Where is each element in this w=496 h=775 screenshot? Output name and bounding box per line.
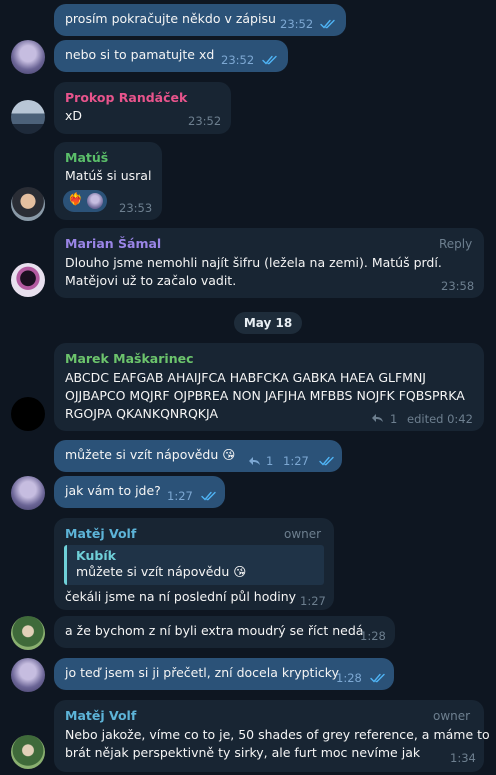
reply-button[interactable]: Reply <box>439 237 472 251</box>
message-time: 23:58 <box>441 279 475 293</box>
sender-name[interactable]: Marian Šámal <box>65 236 161 251</box>
message-time: 23:52 <box>188 114 222 128</box>
message-bubble[interactable]: jo teď jsem si ji přečetl, zní docela kr… <box>54 658 394 690</box>
message-bubble[interactable]: prosím pokračujte někdo v zápisu 23:52 <box>54 4 346 36</box>
read-ticks-icon <box>319 456 334 466</box>
message-bubble[interactable]: Matúš Matúš si usral ❤️‍🔥 23:53 <box>54 142 162 220</box>
date-separator: May 18 <box>234 312 302 334</box>
quoted-reply[interactable]: Kubík můžete si vzít nápovědu 😘 <box>64 545 324 585</box>
sender-name[interactable]: Matěj Volf <box>65 708 136 723</box>
message-text: RGOJPA QKANKQNRQKJA <box>65 406 219 421</box>
message-bubble[interactable]: Marek Maškarinec ABCDC EAFGAB AHAIJFCA H… <box>54 343 484 431</box>
message-time: 1:34 <box>450 751 476 765</box>
message-time: 1:27 <box>283 454 309 468</box>
message-text: Nebo jakože, víme co to je, 50 shades of… <box>65 727 490 742</box>
reaction-chip[interactable]: ❤️‍🔥 <box>63 190 107 212</box>
read-ticks-icon <box>201 491 216 501</box>
message-bubble[interactable]: Prokop Randáček xD 23:52 <box>54 82 231 134</box>
sender-name[interactable]: Marek Maškarinec <box>65 351 193 366</box>
avatar[interactable] <box>11 187 45 221</box>
avatar[interactable] <box>11 397 45 431</box>
message-time: 23:52 <box>280 17 314 31</box>
avatar[interactable] <box>11 263 45 297</box>
message-bubble[interactable]: Marian Šámal Reply Dlouho jsme nemohli n… <box>54 228 484 298</box>
message-text: jo teď jsem si ji přečetl, zní docela kr… <box>65 665 339 680</box>
message-text: a že bychom z ní byli extra moudrý se ří… <box>65 623 364 638</box>
message-text: Matúš si usral <box>65 168 152 183</box>
message-text: ABCDC EAFGAB AHAIJFCA HABFCKA GABKA HAEA… <box>65 370 426 385</box>
read-ticks-icon <box>262 55 277 65</box>
message-text: můžete si vzít nápovědu 😘 <box>65 447 236 462</box>
message-text: jak vám to jde? <box>65 483 161 498</box>
quote-sender: Kubík <box>76 548 116 563</box>
message-bubble[interactable]: Matěj Volf owner Nebo jakože, víme co to… <box>54 700 490 772</box>
message-text: nebo si to pamatujte xd <box>65 47 215 62</box>
message-text: čekáli jsme na ní poslední půl hodiny <box>65 589 297 604</box>
message-time: 23:52 <box>221 53 255 67</box>
sender-name[interactable]: Prokop Randáček <box>65 90 187 105</box>
reply-arrow-icon[interactable] <box>372 413 384 423</box>
avatar[interactable] <box>11 40 45 74</box>
reply-arrow-icon[interactable] <box>249 456 261 466</box>
message-time: 23:53 <box>119 201 153 215</box>
reactor-avatar <box>87 193 103 209</box>
message-text: OJJBAPCO MQJRF OJPBREA NON JAFJHA MFBBS … <box>65 388 465 403</box>
avatar[interactable] <box>11 100 45 134</box>
message-text: prosím pokračujte někdo v zápisu <box>65 11 276 26</box>
message-bubble[interactable]: nebo si to pamatujte xd 23:52 <box>54 40 288 72</box>
owner-badge: owner <box>433 709 471 723</box>
message-time: 1:28 <box>336 671 362 685</box>
read-ticks-icon <box>320 19 335 29</box>
message-time: 1:28 <box>360 629 386 643</box>
sender-name[interactable]: Matúš <box>65 150 108 165</box>
message-text: xD <box>65 108 83 123</box>
read-ticks-icon <box>370 673 385 683</box>
avatar[interactable] <box>11 476 45 510</box>
reply-count[interactable]: 1 <box>266 454 273 468</box>
message-time: 1:27 <box>167 489 193 503</box>
message-bubble[interactable]: a že bychom z ní byli extra moudrý se ří… <box>54 616 395 648</box>
owner-badge: owner <box>284 527 322 541</box>
reaction-emoji: ❤️‍🔥 <box>68 192 83 206</box>
message-text: Matějovi už to začalo vadit. <box>65 273 237 288</box>
message-time: 1:27 <box>300 594 326 608</box>
message-bubble[interactable]: můžete si vzít nápovědu 😘 1 1:27 <box>54 440 342 472</box>
message-bubble[interactable]: jak vám to jde? 1:27 <box>54 476 225 508</box>
message-bubble[interactable]: Matěj Volf owner Kubík můžete si vzít ná… <box>54 518 334 610</box>
avatar[interactable] <box>11 616 45 650</box>
quote-text: můžete si vzít nápovědu 😘 <box>76 564 247 579</box>
avatar[interactable] <box>11 658 45 692</box>
message-time: edited 0:42 <box>407 412 473 426</box>
avatar[interactable] <box>11 735 45 769</box>
sender-name[interactable]: Matěj Volf <box>65 526 136 541</box>
reply-count[interactable]: 1 <box>390 412 397 426</box>
message-text: Dlouho jsme nemohli najít šifru (ležela … <box>65 255 442 270</box>
message-text: brát nějak perspektivně ty sirky, ale fu… <box>65 745 421 760</box>
